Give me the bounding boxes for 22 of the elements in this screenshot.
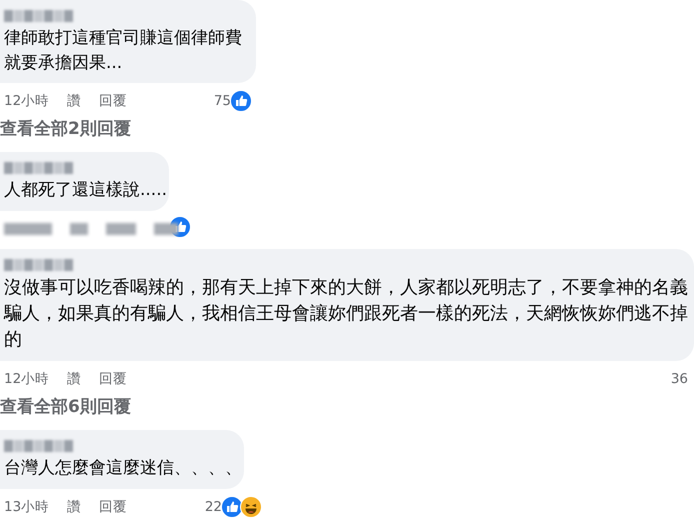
action-link[interactable]: 讚 [67,92,82,110]
comment-text: 人都死了還這樣說..... [4,179,168,202]
comment-text: 律師敢打這種官司賺這個律師費就要承擔因果... [4,27,243,75]
comment-time: 12小時 [4,370,50,388]
blurred-name [4,162,73,174]
action-link[interactable]: 回覆 [99,498,128,516]
reaction-count: 36 [670,371,688,388]
view-replies-link[interactable]: 查看全部6則回覆 [0,391,694,418]
blurred-name [4,440,73,452]
blurred-name [4,10,73,22]
action-link[interactable]: 讚 [67,370,82,388]
comment-text: 沒做事可以吃香喝辣的，那有天上掉下來的大餅，人家都以死明志了，不要拿神的名義騙人，如果真的有騙人，我相信王母會讓妳們跟死者一樣的死法，天網恢恢妳們逃不掉的 [4,276,689,352]
action-link[interactable]: 回覆 [99,370,128,388]
action-link[interactable]: 回覆 [99,92,128,110]
action-link[interactable]: 讚 [67,498,82,516]
blurred-name [4,258,73,271]
reaction-count: 22 [204,498,222,515]
comment-time: 13小時 [4,498,50,516]
comment-time: 12小時 [4,92,50,110]
comment-text: 台灣人怎麼會這麼迷信、、、、 [4,457,242,480]
reaction-count: 75 [214,93,231,110]
view-replies-link[interactable]: 查看全部2則回覆 [0,113,694,140]
